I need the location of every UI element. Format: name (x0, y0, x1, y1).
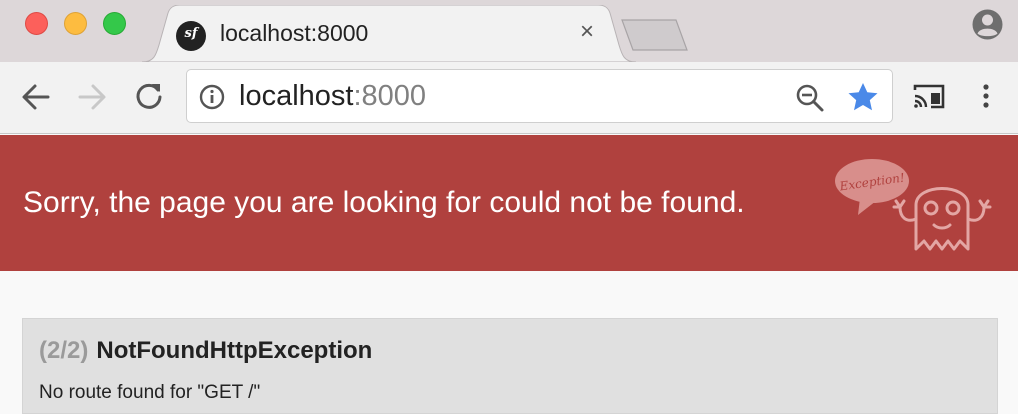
arrow-left-icon[interactable] (21, 83, 51, 111)
exception-ghost-icon: Exception! (835, 159, 992, 251)
url-port: :8000 (353, 80, 427, 112)
exception-counter: (2/2) (39, 337, 89, 364)
star-icon[interactable] (847, 81, 879, 113)
kebab-menu-icon[interactable] (980, 82, 992, 112)
zoom-out-icon[interactable] (795, 83, 825, 113)
maximize-window-button[interactable] (103, 12, 126, 35)
tab-title: localhost:8000 (220, 20, 369, 46)
profile-icon[interactable] (972, 9, 1003, 40)
info-icon[interactable] (199, 84, 225, 110)
arrow-right-icon[interactable] (77, 83, 107, 111)
new-tab-button[interactable] (620, 19, 690, 51)
exception-panel: (2/2) NotFoundHttpException No route foun… (22, 318, 998, 414)
reload-icon[interactable] (134, 81, 164, 111)
exception-heading: (2/2) NotFoundHttpException (39, 337, 372, 365)
tab-strip: sf localhost:8000 × (0, 0, 1018, 62)
symfony-favicon-icon: sf (176, 21, 206, 51)
close-window-button[interactable] (25, 12, 48, 35)
minimize-window-button[interactable] (64, 12, 87, 35)
error-message: Sorry, the page you are looking for coul… (23, 186, 745, 219)
tab-active[interactable]: sf localhost:8000 × (142, 5, 636, 62)
exception-message: No route found for "GET /" (39, 382, 261, 403)
cast-icon[interactable] (912, 82, 946, 110)
exception-class: NotFoundHttpException (96, 337, 373, 364)
tab-background (142, 5, 636, 62)
url-host: localhost (239, 80, 354, 112)
url-text[interactable]: localhost:8000 (239, 80, 426, 113)
tab-close-button[interactable]: × (574, 19, 600, 45)
address-bar[interactable]: localhost:8000 (186, 69, 893, 123)
browser-toolbar: localhost:8000 (0, 62, 1018, 134)
error-banner: Sorry, the page you are looking for coul… (0, 135, 1018, 271)
